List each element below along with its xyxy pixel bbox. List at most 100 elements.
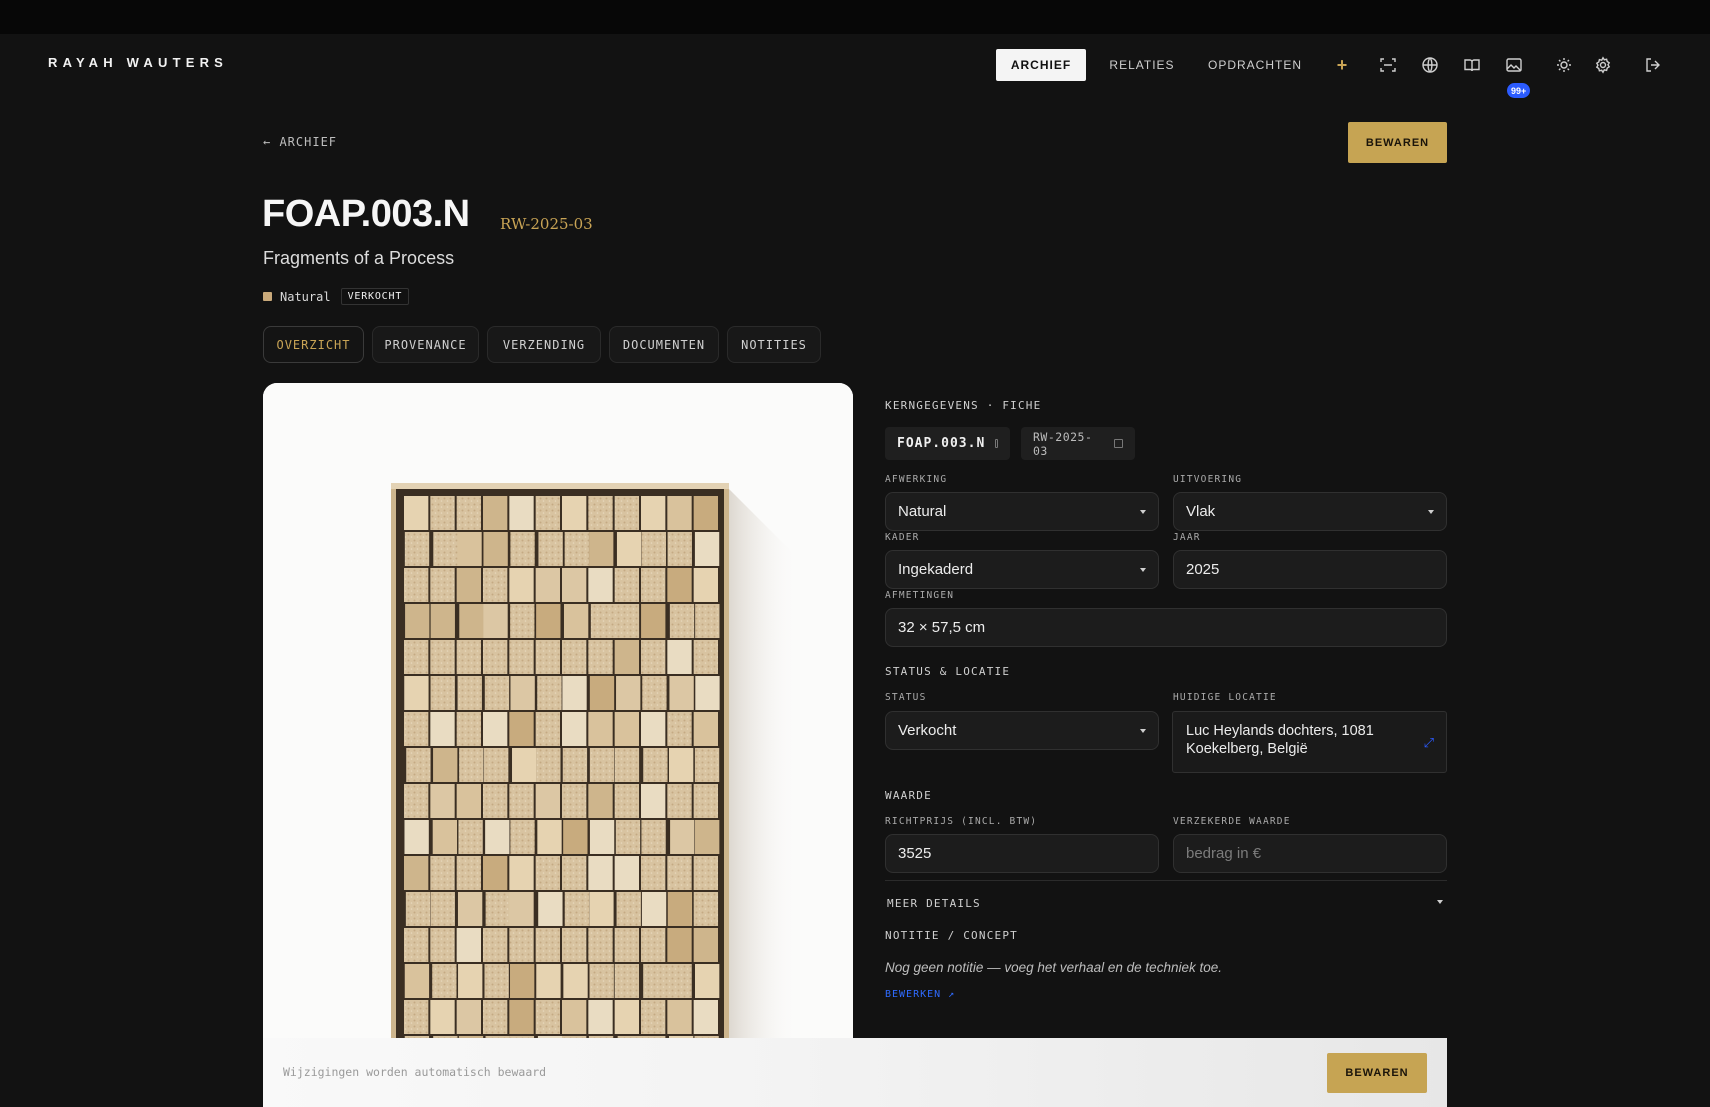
afwerking-label: AFWERKING [885,474,948,485]
richtprijs-input[interactable]: 3525 [885,834,1159,873]
wood-block [589,748,615,782]
tab-documenten[interactable]: DOCUMENTEN [609,326,719,363]
afwerking-select[interactable]: Natural [885,492,1159,531]
wood-block [667,856,692,890]
chevron-down-icon [1140,568,1146,572]
wood-block [693,712,718,746]
wood-block [484,964,509,998]
afmetingen-input[interactable]: 32 × 57,5 cm [885,608,1447,647]
wood-block [616,676,641,710]
wood-block [457,892,483,926]
wood-block [694,532,720,566]
wood-block [667,568,692,602]
book-icon[interactable] [1461,54,1483,76]
wood-block [590,604,616,638]
jaar-input[interactable]: 2025 [1173,550,1447,589]
code-chip[interactable]: RW-2025-03 [1021,427,1135,460]
add-icon[interactable]: + [1331,54,1353,76]
wood-block [538,532,563,566]
wood-block [641,496,666,530]
wood-block [430,676,455,710]
tab-overzicht[interactable]: OVERZICHT [263,326,364,363]
locatie-textarea[interactable]: Luc Heylands dochters, 1081 Koekelberg, … [1172,711,1447,773]
wood-block [404,676,429,710]
title-chip[interactable]: FOAP.003.N [885,427,1010,460]
tab-notities[interactable]: NOTITIES [727,326,821,363]
wood-block [669,604,695,638]
verzekerde-waarde-input[interactable]: bedrag in € [1173,834,1447,873]
wood-block [537,676,562,710]
status-select[interactable]: Verkocht [885,711,1159,750]
wood-block [536,964,561,998]
wood-block [456,712,481,746]
copy-icon[interactable] [995,439,998,448]
wood-block [535,640,560,674]
wood-block [404,568,429,602]
wood-block [562,928,587,962]
wood-block [669,676,694,710]
tab-verzending[interactable]: VERZENDING [487,326,601,363]
logout-icon[interactable] [1642,54,1664,76]
page-title: FOAP.003.N [262,193,470,235]
tab-provenance[interactable]: PROVENANCE [372,326,479,363]
wood-block [562,676,587,710]
wood-block [588,1000,613,1034]
edit-note-link[interactable]: BEWERKEN ↗ [885,989,955,1000]
more-details-toggle[interactable]: MEER DETAILS [887,897,981,910]
wood-block [404,640,429,674]
wood-block [406,748,431,782]
section-status-heading: STATUS & LOCATIE [885,665,1011,678]
save-button[interactable]: BEWAREN [1348,122,1447,163]
wood-block [643,964,668,998]
wood-block [510,676,535,710]
kader-select[interactable]: Ingekaderd [885,550,1159,589]
back-link[interactable]: ← ARCHIEF [263,135,337,149]
wood-block [457,532,482,566]
wood-block [456,496,481,530]
wood-block [509,640,534,674]
autosave-note: Wijzigingen worden automatisch bewaard [283,1065,547,1079]
wood-block [535,712,560,746]
wood-block [614,784,639,818]
wood-block [432,820,458,854]
wood-block [614,1000,639,1034]
brand-logo[interactable]: RAYAH WAUTERS [48,55,228,70]
artwork-image[interactable] [263,383,853,1107]
wood-block [616,532,642,566]
sun-icon[interactable] [1553,54,1575,76]
globe-icon[interactable] [1419,54,1441,76]
chevron-down-icon [1140,510,1146,514]
wood-block [430,712,455,746]
wood-block [641,712,666,746]
footer-save-button[interactable]: BEWAREN [1327,1053,1427,1093]
nav-tab-opdrachten[interactable]: OPDRACHTEN [1202,49,1308,81]
wood-block [641,856,666,890]
notification-badge: 99+ [1507,83,1531,98]
chevron-down-icon[interactable] [1437,900,1443,904]
wood-block [457,676,482,710]
wood-block [430,1000,455,1034]
wood-block [588,712,613,746]
wood-block [535,496,560,530]
nav-tab-relaties[interactable]: RELATIES [1096,49,1188,81]
wood-block [589,892,614,926]
nav-tab-archief[interactable]: ARCHIEF [996,49,1086,81]
wood-block [588,784,613,818]
wood-block [458,964,483,998]
wood-block [641,532,667,566]
image-icon[interactable] [1503,54,1525,76]
uitvoering-select[interactable]: Vlak [1173,492,1447,531]
copy-icon[interactable] [1114,439,1123,448]
scan-icon[interactable] [1377,54,1399,76]
jaar-label: JAAR [1173,532,1201,543]
wood-block [589,820,615,854]
wood-block [509,712,534,746]
gear-icon[interactable] [1592,54,1614,76]
wood-block [562,496,587,530]
wood-block [588,640,613,674]
kader-label: KADER [885,532,920,543]
wood-block [563,604,589,638]
external-link-icon[interactable]: ⤢ [1424,734,1434,752]
wood-block [456,1000,481,1034]
wood-block [614,928,639,962]
